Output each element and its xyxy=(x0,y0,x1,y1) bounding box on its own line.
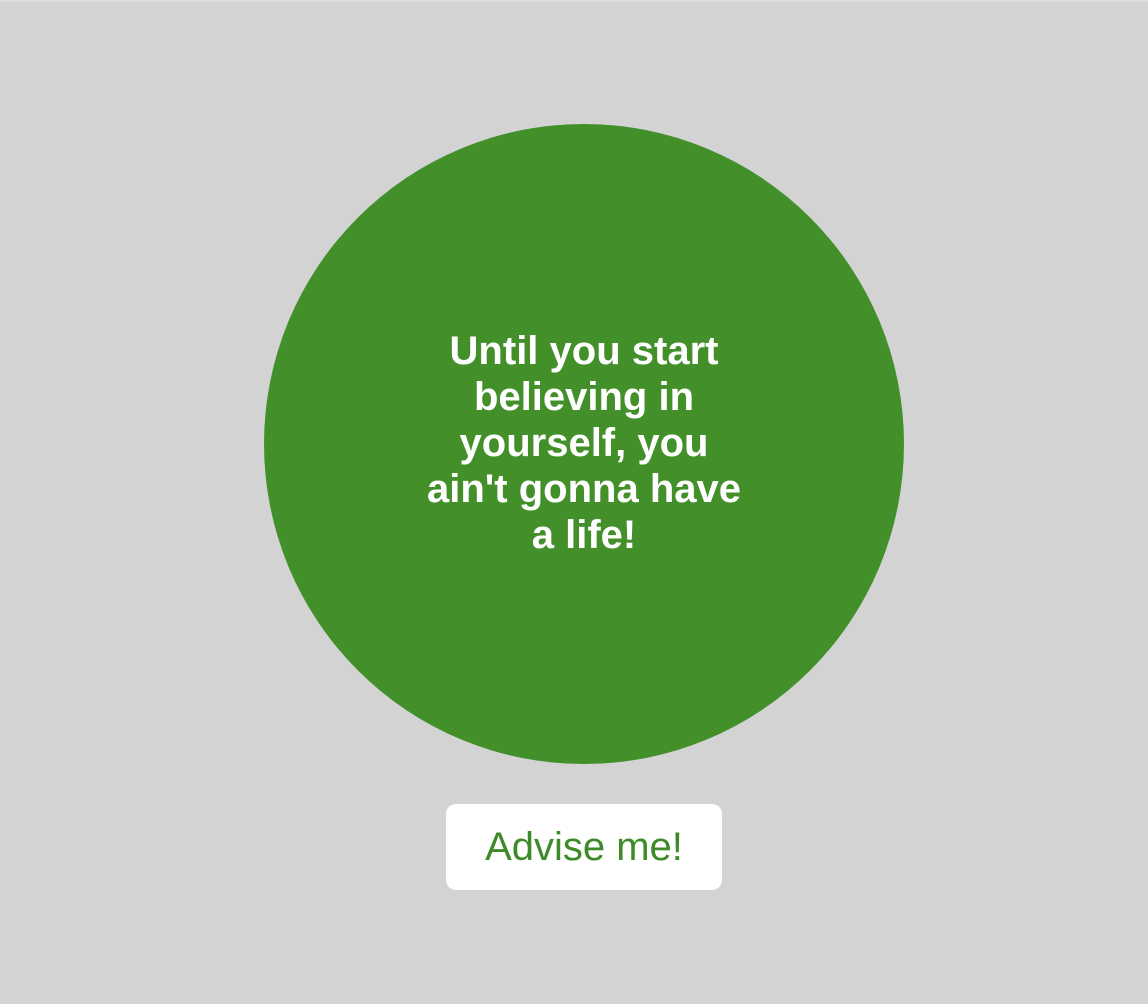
advice-quote: Until you start believing in yourself, y… xyxy=(426,329,741,557)
top-divider xyxy=(0,0,1148,2)
advise-me-button[interactable]: Advise me! xyxy=(446,804,722,890)
